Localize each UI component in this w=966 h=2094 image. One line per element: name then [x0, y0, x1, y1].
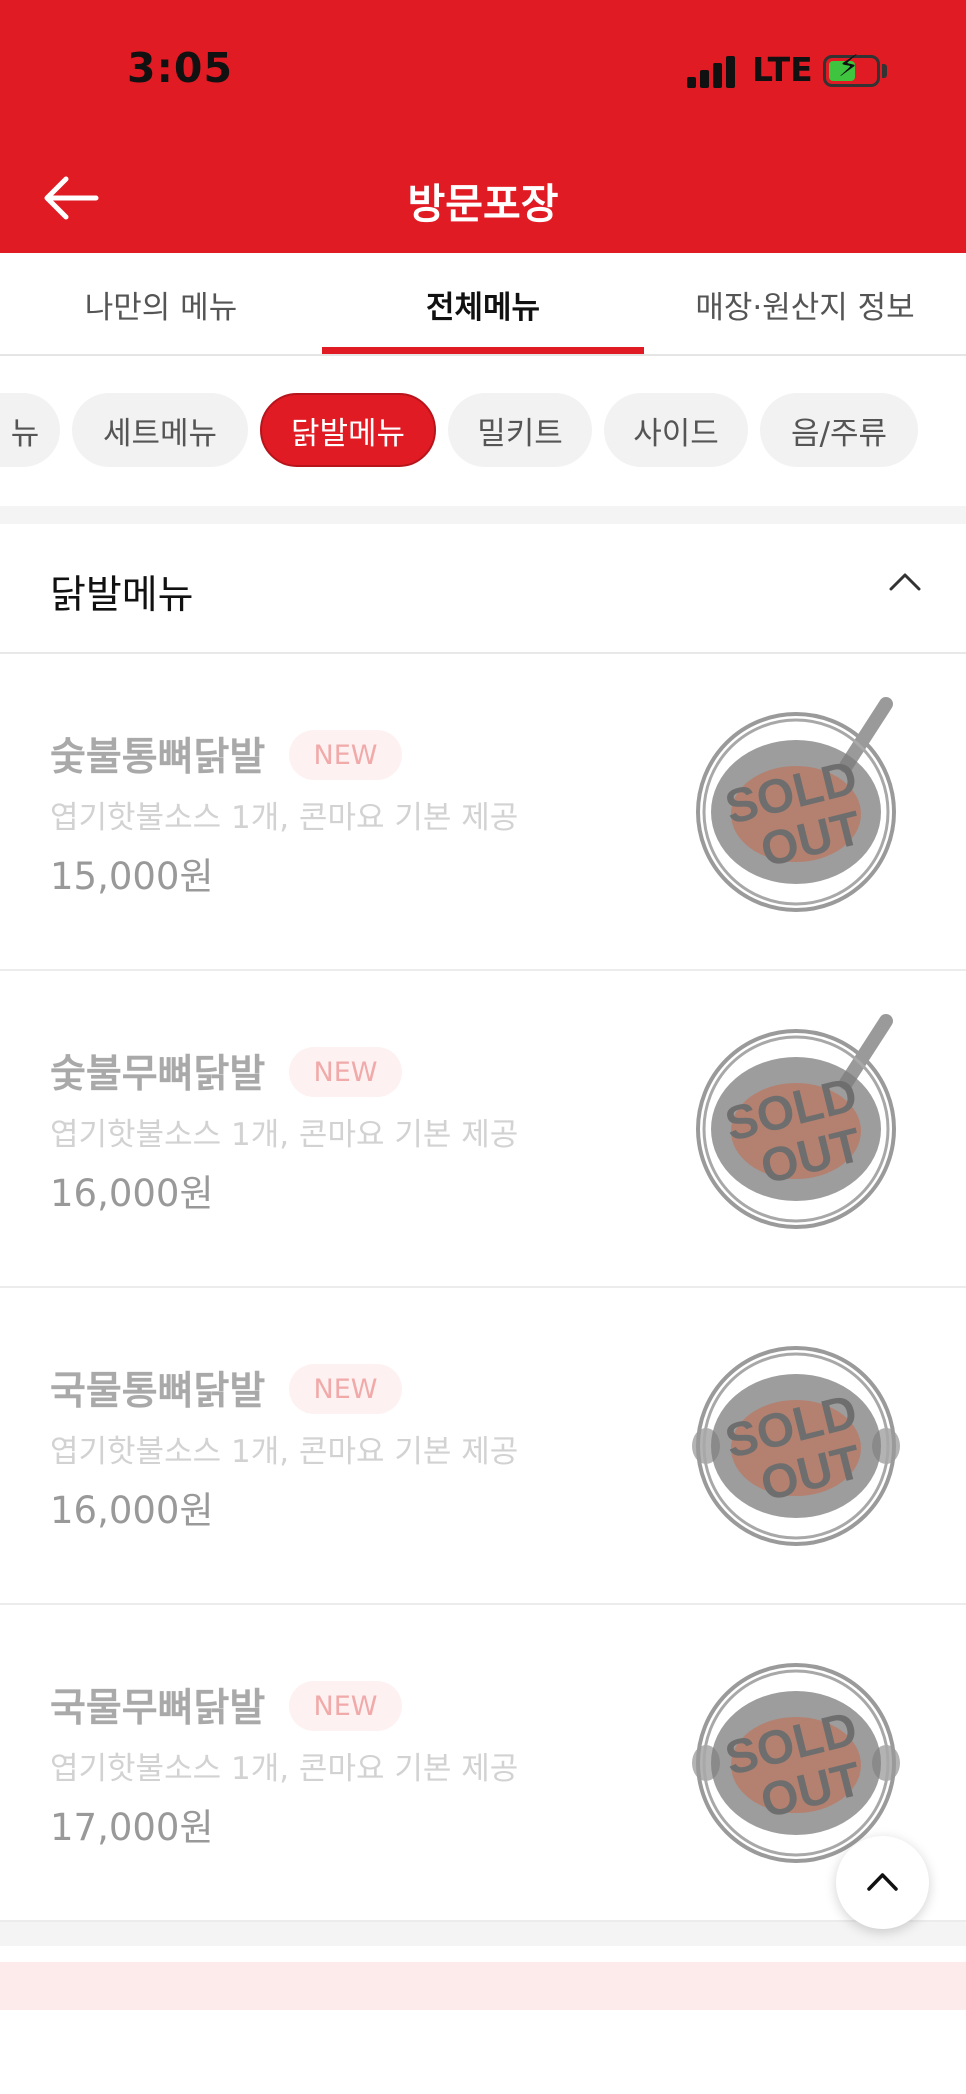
item-name: 숯불통뼈닭발	[50, 735, 266, 780]
signal-icon	[687, 56, 737, 88]
item-price: 16,000원	[50, 1172, 214, 1215]
tab-all-menu[interactable]: 전체메뉴	[322, 253, 644, 356]
status-time: 3:05	[127, 44, 233, 92]
section-divider	[0, 506, 966, 524]
network-type: LTE	[752, 50, 813, 89]
item-image: SOLDOUT	[692, 1346, 900, 1546]
bottom-banner	[0, 1962, 966, 2010]
tab-store-info[interactable]: 매장·원산지 정보	[644, 253, 966, 356]
chip-set-menu[interactable]: 세트메뉴	[72, 393, 248, 467]
item-image: SOLDOUT	[696, 1014, 896, 1229]
scroll-top-button[interactable]	[836, 1836, 929, 1929]
item-name: 국물통뼈닭발	[50, 1369, 266, 1414]
app-header: 3:05 LTE ⚡ 방문포장	[0, 0, 966, 253]
item-price: 15,000원	[50, 855, 214, 898]
menu-item[interactable]: 국물통뼈닭발 NEW 엽기핫불소스 1개, 콘마요 기본 제공 16,000원 SOLD…	[0, 1288, 966, 1605]
chip-meal-kit[interactable]: 밀키트	[448, 393, 592, 467]
menu-item[interactable]: 숯불통뼈닭발 NEW 엽기핫불소스 1개, 콘마요 기본 제공 15,000원 SOLD…	[0, 654, 966, 971]
menu-item[interactable]: 국물무뼈닭발 NEW 엽기핫불소스 1개, 콘마요 기본 제공 17,000원 SOLD…	[0, 1605, 966, 1922]
item-price: 16,000원	[50, 1489, 214, 1532]
chip-drinks[interactable]: 음/주류	[760, 393, 918, 467]
chip-dakbal-menu[interactable]: 닭발메뉴	[260, 393, 436, 467]
item-price: 17,000원	[50, 1806, 214, 1849]
item-image: SOLDOUT	[696, 697, 896, 912]
tab-bar: 나만의 메뉴 전체메뉴 매장·원산지 정보	[0, 253, 966, 356]
item-description: 엽기핫불소스 1개, 콘마요 기본 제공	[50, 1751, 519, 1787]
category-chips: 뉴 세트메뉴 닭발메뉴 밀키트 사이드 음/주류	[0, 356, 966, 506]
chevron-up-icon	[867, 1873, 898, 1891]
item-description: 엽기핫불소스 1개, 콘마요 기본 제공	[50, 800, 519, 836]
battery-cap	[882, 64, 887, 78]
chip-side[interactable]: 사이드	[604, 393, 748, 467]
list-bottom-divider	[0, 1922, 966, 1946]
chevron-up-icon[interactable]	[888, 570, 922, 592]
new-badge: NEW	[289, 730, 402, 780]
section-header[interactable]: 닭발메뉴	[0, 524, 966, 654]
tab-my-menu[interactable]: 나만의 메뉴	[0, 253, 322, 356]
page-title: 방문포장	[407, 180, 559, 228]
section-title: 닭발메뉴	[50, 573, 194, 618]
new-badge: NEW	[289, 1364, 402, 1414]
item-name: 숯불무뼈닭발	[50, 1052, 266, 1097]
battery-icon: ⚡	[823, 52, 880, 87]
chip-partial[interactable]: 뉴	[0, 393, 60, 467]
item-description: 엽기핫불소스 1개, 콘마요 기본 제공	[50, 1434, 519, 1470]
item-description: 엽기핫불소스 1개, 콘마요 기본 제공	[50, 1117, 519, 1153]
active-tab-indicator	[322, 347, 644, 354]
menu-item[interactable]: 숯불무뼈닭발 NEW 엽기핫불소스 1개, 콘마요 기본 제공 16,000원 SOLD…	[0, 971, 966, 1288]
item-name: 국물무뼈닭발	[50, 1686, 266, 1731]
new-badge: NEW	[289, 1681, 402, 1731]
new-badge: NEW	[289, 1047, 402, 1097]
